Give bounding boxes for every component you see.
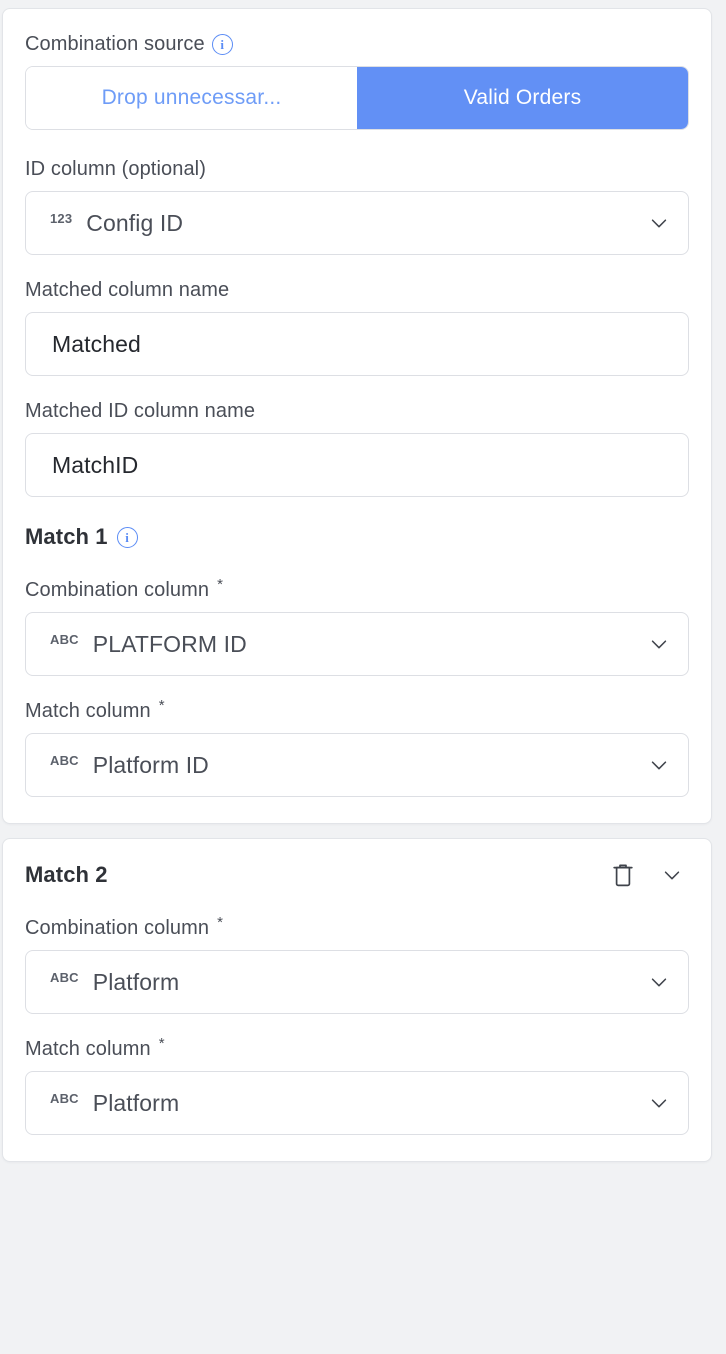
match-2-match-column-label-text: Match column	[25, 1038, 151, 1060]
match-2-header-actions	[611, 862, 689, 888]
text-type-icon: ABC	[50, 631, 79, 647]
chevron-down-icon[interactable]	[648, 633, 670, 655]
combination-source-segmented-control[interactable]: Drop unnecessar... Valid Orders	[25, 66, 689, 130]
match-2-title: Match 2	[25, 861, 108, 889]
match-1-match-column-select[interactable]: ABC Platform ID	[25, 733, 689, 797]
match-2-match-column-select[interactable]: ABC Platform	[25, 1071, 689, 1135]
required-asterisk: *	[158, 696, 165, 714]
text-type-icon: ABC	[50, 1090, 79, 1106]
segment-valid-orders[interactable]: Valid Orders	[357, 67, 688, 129]
settings-panel: Combination source i Drop unnecessar... …	[0, 0, 726, 1354]
matched-column-name-label-text: Matched column name	[25, 279, 230, 301]
info-icon[interactable]: i	[116, 526, 138, 548]
required-asterisk: *	[217, 913, 224, 931]
matched-id-column-name-label: Matched ID column name	[25, 398, 689, 424]
chevron-down-icon	[664, 871, 680, 880]
id-column-label-text: ID column (optional)	[25, 158, 206, 180]
match-2-header: Match 2	[25, 861, 689, 889]
matched-id-column-name-value: MatchID	[52, 451, 139, 478]
matched-id-column-name-label-text: Matched ID column name	[25, 400, 256, 422]
matched-id-column-name-input[interactable]: MatchID	[25, 433, 689, 497]
combination-source-label: Combination source i	[25, 31, 689, 57]
match-1-match-column-label-text: Match column	[25, 700, 151, 722]
chevron-down-icon[interactable]	[648, 1092, 670, 1114]
match-1-combination-column-label: Combination column *	[25, 577, 689, 603]
match-config-card-2: Match 2 Combination column * ABC Platfor…	[2, 838, 712, 1162]
text-type-icon: ABC	[50, 969, 79, 985]
chevron-down-icon[interactable]	[648, 212, 670, 234]
match-1-combination-column-select[interactable]: ABC PLATFORM ID	[25, 612, 689, 676]
delete-match-2-button[interactable]	[611, 862, 635, 888]
match-2-combination-column-label-text: Combination column	[25, 917, 210, 939]
segment-drop-unnecessary[interactable]: Drop unnecessar...	[26, 67, 357, 129]
match-2-combination-column-value: Platform	[92, 968, 180, 995]
matched-column-name-label: Matched column name	[25, 277, 689, 303]
match-1-combination-column-label-text: Combination column	[25, 579, 210, 601]
match-1-combination-column-value: PLATFORM ID	[92, 630, 247, 657]
matched-column-name-value: Matched	[52, 330, 141, 357]
text-type-icon: ABC	[50, 752, 79, 768]
trash-icon	[613, 864, 633, 887]
match-2-title-text: Match 2	[25, 862, 108, 887]
match-1-match-column-value: Platform ID	[92, 751, 209, 778]
id-column-value: Config ID	[86, 209, 184, 236]
info-icon[interactable]: i	[211, 33, 233, 55]
chevron-down-icon[interactable]	[648, 754, 670, 776]
match-2-combination-column-label: Combination column *	[25, 915, 689, 941]
match-2-combination-column-select[interactable]: ABC Platform	[25, 950, 689, 1014]
chevron-down-icon[interactable]	[648, 971, 670, 993]
match-1-title-text: Match 1	[25, 524, 108, 549]
id-column-select[interactable]: 123 Config ID	[25, 191, 689, 255]
number-type-icon: 123	[50, 210, 73, 226]
required-asterisk: *	[217, 575, 224, 593]
match-1-title: Match 1 i	[25, 523, 689, 551]
matched-column-name-input[interactable]: Matched	[25, 312, 689, 376]
match-2-match-column-label: Match column *	[25, 1036, 689, 1062]
combination-source-label-text: Combination source	[25, 33, 205, 55]
id-column-label: ID column (optional)	[25, 156, 689, 182]
collapse-match-2-button[interactable]	[661, 864, 683, 886]
match-config-card-1: Combination source i Drop unnecessar... …	[2, 8, 712, 824]
match-2-match-column-value: Platform	[92, 1089, 180, 1116]
match-1-match-column-label: Match column *	[25, 698, 689, 724]
required-asterisk: *	[158, 1034, 165, 1052]
